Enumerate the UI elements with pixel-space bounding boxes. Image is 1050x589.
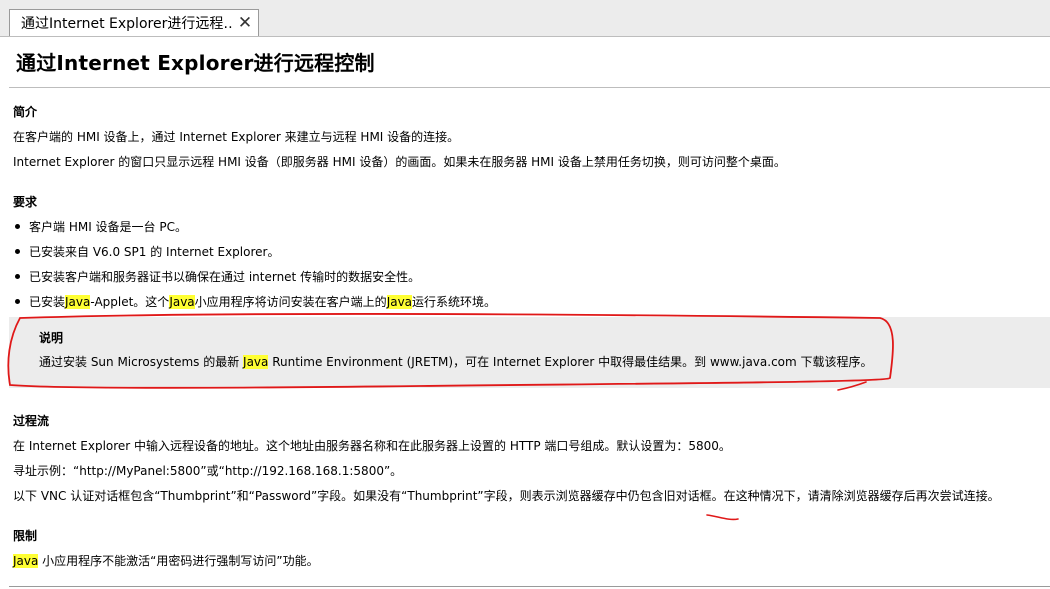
- list-item-java: 已安装 Java -Applet。这个 Java 小应用程序将访问安装在客户端上的…: [13, 293, 496, 310]
- restrictions-line: Java 小应用程序不能激活“用密码进行强制写访问”功能。: [13, 552, 319, 569]
- process-line-1: 在 Internet Explorer 中输入远程设备的地址。这个地址由服务器名…: [13, 439, 731, 453]
- list-item-text: 已安装: [29, 295, 66, 309]
- note-text-part: 通过安装 Sun Microsystems 的最新: [39, 355, 244, 369]
- list-item-text: 已安装客户端和服务器证书以确保在通过 internet 传输时的数据安全性。: [29, 270, 421, 284]
- divider: [9, 87, 1050, 88]
- java-highlight: Java: [169, 294, 195, 309]
- java-highlight: Java: [386, 294, 413, 309]
- process-line-3: 以下 VNC 认证对话框包含“Thumbprint”和“Password”字段。…: [13, 489, 1000, 503]
- bullet-icon: [15, 299, 20, 304]
- list-item: 已安装来自 V6.0 SP1 的 Internet Explorer。: [13, 243, 279, 260]
- note-heading: 说明: [39, 331, 64, 345]
- divider: [9, 586, 1050, 587]
- note-text-part: Runtime Environment (JRETM)，可在 Internet …: [268, 355, 873, 369]
- list-item-text: 小应用程序将访问安装在客户端上的: [194, 295, 387, 309]
- bullet-icon: [15, 249, 20, 254]
- list-item-text: 运行系统环境。: [412, 295, 497, 309]
- list-item-text: -Applet。这个: [90, 295, 170, 309]
- section-heading-requirements: 要求: [13, 195, 38, 209]
- page-title: 通过Internet Explorer进行远程控制: [16, 51, 375, 75]
- process-line-2: 寻址示例：“http://MyPanel:5800”或“http://192.1…: [13, 464, 403, 478]
- restrictions-text: 小应用程序不能激活“用密码进行强制写访问”功能。: [38, 554, 319, 568]
- intro-line-1: 在客户端的 HMI 设备上，通过 Internet Explorer 来建立与远…: [13, 130, 460, 144]
- document-tab[interactable]: 通过Internet Explorer进行远程… ✕: [9, 9, 259, 36]
- section-heading-process: 过程流: [13, 414, 50, 428]
- list-item-text: 已安装来自 V6.0 SP1 的 Internet Explorer。: [29, 245, 280, 259]
- annotation-underline: [706, 514, 739, 521]
- java-highlight: Java: [243, 355, 269, 369]
- section-heading-restrictions: 限制: [13, 529, 38, 543]
- section-heading-intro: 简介: [13, 105, 38, 119]
- java-highlight: Java: [65, 294, 91, 309]
- java-highlight: Java: [13, 554, 39, 568]
- bullet-icon: [15, 274, 20, 279]
- intro-line-2: Internet Explorer 的窗口只显示远程 HMI 设备（即服务器 H…: [13, 155, 786, 169]
- note-text: 通过安装 Sun Microsystems 的最新 Java Runtime E…: [39, 353, 873, 370]
- tab-label: 通过Internet Explorer进行远程…: [21, 16, 233, 32]
- list-item: 客户端 HMI 设备是一台 PC。: [13, 218, 187, 235]
- list-item: 已安装客户端和服务器证书以确保在通过 internet 传输时的数据安全性。: [13, 268, 420, 285]
- list-item-text: 客户端 HMI 设备是一台 PC。: [29, 220, 187, 234]
- bullet-icon: [15, 224, 20, 229]
- close-icon[interactable]: ✕: [236, 14, 254, 32]
- tab-bar: 通过Internet Explorer进行远程… ✕: [0, 0, 1050, 37]
